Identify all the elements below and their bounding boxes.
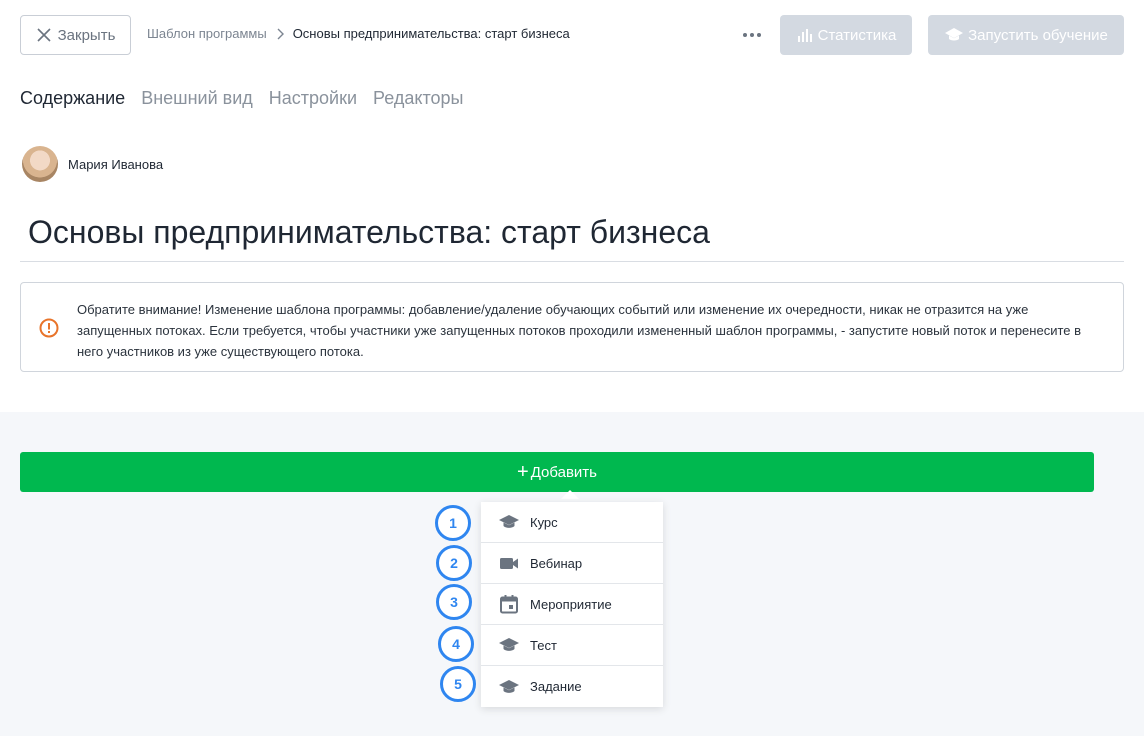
calendar-icon [500,595,518,614]
video-camera-icon [500,558,518,569]
tab-settings[interactable]: Настройки [269,88,357,109]
add-button-label: Добавить [530,463,597,481]
title-divider [20,261,1124,262]
dropdown-caret [561,490,579,499]
author-name: Мария Иванова [68,156,164,172]
menu-item-event[interactable]: Мероприятие [481,584,663,625]
statistics-button-label: Статистика [817,26,897,44]
graduation-cap-icon [499,638,519,651]
more-options-button[interactable] [739,25,765,45]
top-bar: Закрыть Шаблон программы Основы предприн… [0,0,1144,70]
close-button[interactable]: Закрыть [20,15,131,55]
page-title: Основы предпринимательства: старт бизнес… [28,214,710,250]
graduation-cap-icon [945,28,964,41]
statistics-button[interactable]: Статистика [780,15,912,55]
breadcrumb: Шаблон программы Основы предпринимательс… [147,26,570,41]
step-marker-2: 2 [436,545,472,581]
graduation-cap-icon [499,679,519,693]
graduation-cap-icon [499,515,519,528]
start-training-button[interactable]: Запустить обучение [928,15,1124,55]
step-marker-1: 1 [435,505,471,541]
plus-icon: + [517,461,529,483]
tab-editors[interactable]: Редакторы [373,88,463,109]
step-marker-3: 3 [436,584,472,620]
step-marker-5: 5 [440,666,476,702]
warning-notice: Обратите внимание! Изменение шаблона про… [20,282,1124,372]
chevron-right-icon [276,28,284,40]
menu-item-assignment[interactable]: Задание [481,666,663,707]
add-button[interactable]: + Добавить [20,452,1094,492]
content-area: + Добавить Курс Вебинар Мероприятие Тест… [0,412,1144,736]
menu-item-label: Мероприятие [530,596,612,612]
breadcrumb-item-template[interactable]: Шаблон программы [147,26,267,41]
tabs: Содержание Внешний вид Настройки Редакто… [20,88,463,109]
menu-item-course[interactable]: Курс [481,502,663,543]
menu-item-label: Вебинар [530,555,583,571]
warning-icon [39,318,59,338]
avatar [22,146,58,182]
tab-content[interactable]: Содержание [20,88,125,109]
step-marker-4: 4 [438,626,474,662]
tab-appearance[interactable]: Внешний вид [141,88,253,109]
menu-item-test[interactable]: Тест [481,625,663,666]
add-menu: Курс Вебинар Мероприятие Тест Задание [481,502,663,707]
close-icon [37,28,51,42]
breadcrumb-item-current: Основы предпринимательства: старт бизнес… [292,26,570,41]
menu-item-label: Курс [530,514,558,530]
menu-item-label: Задание [530,679,582,694]
menu-item-label: Тест [530,637,557,653]
menu-item-webinar[interactable]: Вебинар [481,543,663,584]
close-button-label: Закрыть [57,26,116,44]
author: Мария Иванова [22,146,163,182]
notice-text: Обратите внимание! Изменение шаблона про… [77,302,1082,359]
start-training-button-label: Запустить обучение [968,26,1108,44]
bar-chart-icon [797,29,812,42]
